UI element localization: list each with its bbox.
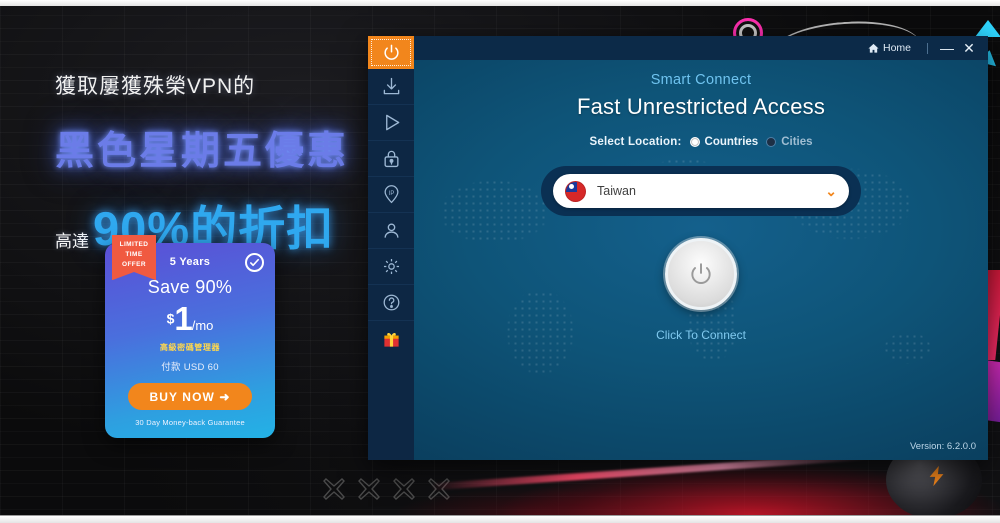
version-label: Version: 6.2.0.0 — [909, 441, 976, 452]
svg-text:IP: IP — [388, 191, 394, 197]
app-body: Home — ✕ Smart Connect Fast Unrestricted… — [414, 36, 988, 460]
money-back-guarantee: 30 Day Money-back Guarantee — [135, 418, 245, 427]
radio-cities-indicator — [766, 137, 777, 147]
smart-connect-label: Smart Connect — [650, 72, 752, 88]
promo-discount-prefix: 高達 — [55, 232, 89, 251]
connect-power-button[interactable] — [665, 238, 737, 310]
home-label: Home — [882, 42, 911, 54]
sidebar-item-play[interactable] — [368, 105, 414, 141]
lightning-bolt-icon — [929, 465, 944, 487]
gift-icon — [383, 332, 399, 347]
selected-location: Taiwan — [597, 184, 636, 198]
radio-countries-label: Countries — [704, 136, 759, 148]
radio-countries[interactable]: Countries — [689, 136, 759, 148]
plan-savings: Save 90% — [147, 277, 233, 297]
app-main-panel: Smart Connect Fast Unrestricted Access S… — [414, 60, 988, 460]
page-top-edge — [0, 0, 1000, 6]
lock-icon — [383, 150, 399, 168]
pricing-card[interactable]: LIMITED TIME OFFER 5 Years Save 90% $1/m… — [105, 235, 275, 438]
plan-billed-total: 付款 USD 60 — [161, 362, 219, 373]
promo-hero: 獲取屢獲殊榮VPN的 黑色星期五優惠 高達 90%的折扣 — [55, 70, 365, 259]
connect-button-container — [414, 238, 988, 310]
price-period: /mo — [191, 318, 214, 333]
sidebar-item-help[interactable] — [368, 285, 414, 321]
radio-countries-indicator — [689, 137, 700, 147]
sidebar-item-settings[interactable] — [368, 249, 414, 285]
sidebar-item-lock[interactable] — [368, 141, 414, 177]
promo-headline: 黑色星期五優惠 — [55, 130, 350, 173]
sidebar-item-download[interactable] — [368, 69, 414, 105]
home-icon — [868, 43, 879, 53]
app-content: Smart Connect Fast Unrestricted Access S… — [414, 60, 988, 460]
page-title: Fast Unrestricted Access — [576, 94, 826, 119]
app-sidebar: IP — [368, 36, 414, 460]
select-location-label: Select Location: — [589, 136, 682, 148]
plan-price: $1/mo — [105, 302, 275, 335]
close-button[interactable]: ✕ — [958, 37, 980, 59]
user-icon — [383, 223, 399, 238]
location-type-selector: Select Location: Countries Cities — [414, 136, 988, 148]
taiwan-flag-icon — [565, 180, 586, 202]
gear-icon — [383, 258, 399, 275]
question-icon — [383, 294, 399, 311]
click-to-connect-label[interactable]: Click To Connect — [414, 328, 988, 342]
sidebar-item-ip[interactable]: IP — [368, 177, 414, 213]
play-icon — [385, 114, 399, 131]
browser-page: 獲取屢獲殊榮VPN的 黑色星期五優惠 高達 90%的折扣 LIMITED TIM… — [0, 0, 1000, 523]
buy-now-button[interactable]: BUY NOW ➜ — [128, 383, 252, 410]
vpn-app-window: IP Home — ✕ Smart Connect Fast Unrestric… — [368, 36, 988, 460]
radio-cities-label: Cities — [781, 136, 813, 148]
ribbon-line-2: TIME — [125, 251, 143, 259]
location-dropdown[interactable]: Taiwan ⌄ — [553, 174, 849, 208]
sidebar-item-power[interactable] — [368, 36, 414, 69]
download-icon — [383, 77, 399, 95]
check-circle-icon — [245, 253, 264, 272]
page-bottom-edge — [0, 515, 1000, 523]
price-amount: 1 — [174, 300, 192, 337]
app-titlebar: Home — ✕ — [414, 36, 988, 60]
sidebar-item-account[interactable] — [368, 213, 414, 249]
power-icon — [691, 263, 711, 284]
ribbon-line-3: OFFER — [121, 261, 147, 269]
promo-tagline: 獲取屢獲殊榮VPN的 — [55, 75, 256, 98]
triangle-graphic — [975, 20, 1000, 37]
power-icon — [383, 44, 399, 60]
chevron-down-icon: ⌄ — [825, 182, 837, 199]
minimize-button[interactable]: — — [936, 37, 958, 59]
limited-time-offer-ribbon: LIMITED TIME OFFER — [112, 235, 156, 281]
radio-cities[interactable]: Cities — [766, 136, 813, 148]
plan-bonus: 高級密碼管理器 — [159, 343, 221, 352]
ribbon-line-1: LIMITED — [119, 241, 149, 248]
home-button[interactable]: Home — [860, 42, 919, 54]
sidebar-item-gift[interactable] — [368, 321, 414, 357]
location-dropdown-container: Taiwan ⌄ — [541, 166, 861, 216]
titlebar-separator — [927, 42, 928, 54]
ip-pin-icon: IP — [384, 185, 398, 204]
